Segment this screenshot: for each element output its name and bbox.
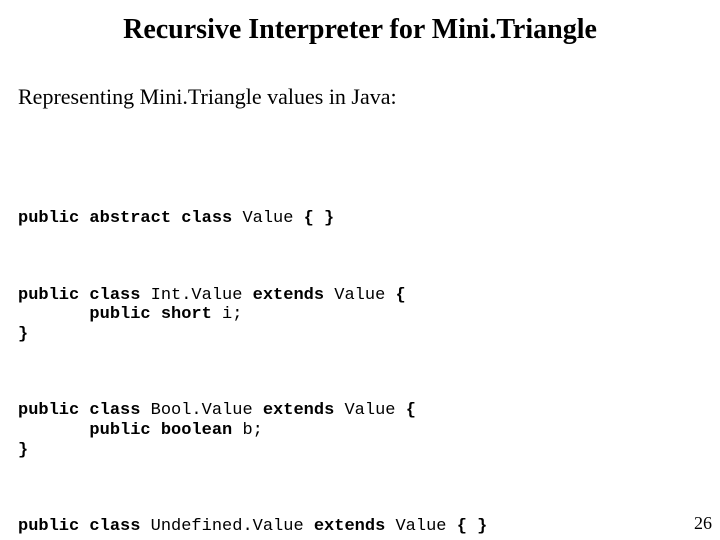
code-block-boolvalue: public class Bool.Value extends Value { …: [18, 401, 720, 460]
code-text: Value: [344, 401, 395, 420]
code-block-intvalue: public class Int.Value extends Value { p…: [18, 286, 720, 345]
code-text: }: [18, 441, 28, 460]
code-text: extends: [304, 517, 396, 536]
code-text: Value: [334, 286, 385, 305]
code-text: public class: [18, 401, 151, 420]
code-text: { }: [293, 209, 334, 228]
code-text: public abstract class: [18, 209, 242, 228]
code-text: extends: [242, 286, 334, 305]
code-text: public class: [18, 517, 151, 536]
code-text: i;: [222, 305, 242, 324]
code-text: Undefined.Value: [151, 517, 304, 536]
code-text: extends: [253, 401, 345, 420]
slide-title: Recursive Interpreter for Mini.Triangle: [0, 0, 720, 46]
code-block-undefinedvalue: public class Undefined.Value extends Val…: [18, 517, 720, 537]
code-text: {: [396, 401, 416, 420]
slide-subtitle: Representing Mini.Triangle values in Jav…: [18, 84, 720, 110]
code-text: Int.Value: [151, 286, 243, 305]
code-block-value: public abstract class Value { }: [18, 209, 720, 229]
code-text: public class: [18, 286, 151, 305]
code-text: public boolean: [18, 421, 242, 440]
code-text: {: [385, 286, 405, 305]
code-text: }: [18, 325, 28, 344]
code-text: { }: [447, 517, 488, 536]
code-text: Value: [395, 517, 446, 536]
code-text: Value: [242, 209, 293, 228]
slide: Recursive Interpreter for Mini.Triangle …: [0, 0, 720, 540]
code-text: b;: [242, 421, 262, 440]
page-number: 26: [694, 513, 712, 534]
code-text: public short: [18, 305, 222, 324]
code-area: public abstract class Value { } public c…: [18, 170, 720, 540]
code-text: Bool.Value: [151, 401, 253, 420]
